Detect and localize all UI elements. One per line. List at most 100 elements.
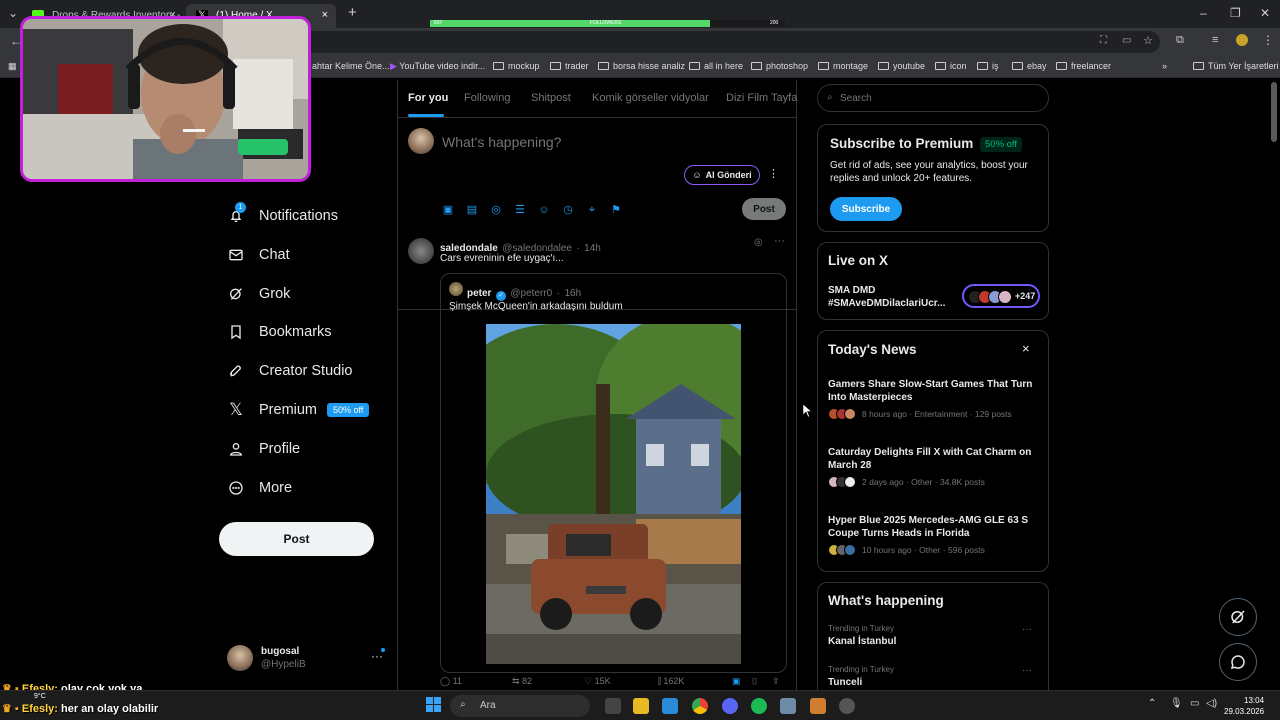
bookmark-item[interactable]: ▶ YouTube video indir... [390, 61, 485, 72]
schedule-icon[interactable]: ◷ [562, 204, 574, 216]
tweet-time[interactable]: 14h [584, 243, 601, 254]
spotify-icon[interactable] [751, 698, 767, 714]
tweet-photo[interactable] [486, 324, 741, 664]
news-item[interactable]: Gamers Share Slow-Start Games That Turn … [828, 378, 1040, 420]
menu-icon[interactable]: ⋮ [1262, 33, 1274, 47]
messages-floating-button[interactable] [1219, 643, 1257, 681]
nav-chat[interactable]: Chat [227, 240, 290, 270]
display-icon[interactable]: ▭ [1190, 698, 1199, 709]
repost-button[interactable]: ⇆ 82 [512, 676, 532, 687]
tweet[interactable]: saledondale @saledondalee · 14h ◎ ··· Ca… [398, 232, 796, 692]
nav-profile[interactable]: Profile [227, 434, 300, 464]
taskbar-search[interactable]: ⌕ Ara [450, 695, 590, 717]
live-listeners-pill[interactable]: +247 [962, 284, 1040, 308]
grok-icon[interactable]: ◎ [490, 204, 502, 216]
more-dots-icon[interactable]: ··· [774, 235, 785, 247]
profile-avatar-icon[interactable] [1236, 34, 1248, 46]
account-switcher[interactable]: bugosal @HypeliB ··· [227, 643, 387, 675]
bookmark-folder[interactable]: all in here [689, 61, 743, 71]
extensions-icon[interactable]: ⧉ [1176, 34, 1184, 47]
more-bookmarks-icon[interactable]: » [1162, 61, 1167, 71]
close-icon[interactable]: × [1022, 341, 1030, 356]
bookmark-folder[interactable]: trader [550, 61, 589, 71]
subscribe-button[interactable]: Subscribe [830, 197, 902, 221]
tab-following[interactable]: Following [464, 92, 510, 104]
bookmark-folder[interactable]: mockup [493, 61, 540, 71]
omnibox[interactable] [300, 31, 1160, 53]
post-button[interactable]: Post [219, 522, 374, 556]
tab-for-you[interactable]: For you [408, 92, 448, 104]
star-icon[interactable]: ☆ [1143, 34, 1153, 47]
file-explorer-icon[interactable] [633, 698, 649, 714]
bookmark-folder[interactable]: ebay [1012, 61, 1047, 71]
bookmark-icon[interactable]: ⌷ [752, 676, 757, 687]
nav-premium[interactable]: 𝕏 Premium 50% off [227, 395, 370, 425]
tray-overflow-icon[interactable]: ⌃ [1148, 698, 1156, 709]
gif-icon[interactable]: ▤ [466, 204, 478, 216]
nav-more[interactable]: More [227, 473, 292, 503]
live-topic[interactable]: #SMAveDMDilaclariUcr... [828, 298, 945, 309]
trend-item[interactable]: Trending in Turkey Tunceli ··· [828, 665, 1040, 688]
media-icon[interactable]: ≡ [1212, 34, 1218, 46]
quoted-tweet[interactable]: peter ✓ @peterr0 · 16h Şimşek McQueen'in… [440, 273, 787, 673]
live-host[interactable]: SMA DMD [828, 285, 875, 296]
media-icon[interactable]: ▣ [442, 204, 454, 216]
weather-temp[interactable]: 9°C [34, 693, 46, 700]
more-dots-icon[interactable]: ··· [1022, 665, 1032, 676]
tab-dizi-film[interactable]: Dizi Film Tayfa [726, 92, 797, 104]
nav-bookmarks[interactable]: Bookmarks [227, 317, 332, 347]
obs-icon[interactable] [839, 698, 855, 714]
new-tab-icon[interactable]: + [348, 4, 357, 21]
bookmark-folder[interactable]: iş [977, 61, 999, 71]
news-item[interactable]: Caturday Delights Fill X with Cat Charm … [828, 446, 1040, 488]
discord-icon[interactable] [722, 698, 738, 714]
close-tab-icon[interactable]: × [322, 9, 328, 21]
poll-icon[interactable]: ☰ [514, 204, 526, 216]
tab-komik[interactable]: Komik görseller vidyolar [592, 92, 709, 104]
steam-icon[interactable] [780, 698, 796, 714]
taskbar-clock[interactable]: 13:04 29.03.2026 [1224, 695, 1264, 717]
app-icon[interactable] [810, 698, 826, 714]
nav-grok[interactable]: Grok [227, 279, 290, 309]
bookmark-folder[interactable]: photoshop [751, 61, 808, 71]
reply-button[interactable]: ◯ 11 [440, 676, 462, 687]
grok-bookmark-icon[interactable]: ▣ [732, 676, 741, 687]
more-options-icon[interactable]: ⋮ [768, 167, 779, 180]
news-item[interactable]: Hyper Blue 2025 Mercedes-AMG GLE 63 S Co… [828, 514, 1040, 556]
nav-notifications[interactable]: 1 Notifications [227, 201, 338, 231]
volume-icon[interactable]: ◁) [1206, 698, 1217, 709]
flag-icon[interactable]: ⚑ [610, 204, 622, 216]
bookmark-folder[interactable]: borsa hisse analiz [598, 61, 685, 71]
tab-shitpost[interactable]: Shitpost [531, 92, 571, 104]
grok-icon[interactable]: ◎ [754, 237, 763, 248]
share-icon[interactable]: ⇪ [772, 676, 780, 687]
bookmark-folder[interactable]: youtube [878, 61, 925, 71]
nav-creator-studio[interactable]: Creator Studio [227, 356, 353, 386]
windows-start-icon[interactable] [426, 697, 441, 712]
cast-icon[interactable]: ▭ [1122, 35, 1131, 46]
all-bookmarks[interactable]: Tüm Yer İşaretleri [1193, 61, 1279, 71]
close-window-icon[interactable]: ✕ [1260, 6, 1270, 20]
page-scrollbar[interactable] [1271, 82, 1277, 142]
trend-item[interactable]: Trending in Turkey Kanal İstanbul ··· [828, 624, 1040, 647]
grok-floating-button[interactable] [1219, 598, 1257, 636]
emoji-icon[interactable]: ☺ [538, 204, 550, 216]
compose-post-button[interactable]: Post [742, 198, 786, 220]
tab-list-icon[interactable]: ⌄ [8, 6, 18, 20]
search-input[interactable]: ⌕ Search [817, 84, 1049, 112]
like-button[interactable]: ♡ 15K [584, 676, 611, 687]
more-dots-icon[interactable]: ··· [1022, 624, 1032, 635]
bookmark-folder[interactable]: montage [818, 61, 868, 71]
minimize-icon[interactable]: – [1200, 6, 1207, 20]
bookmark-folder[interactable]: freelancer [1056, 61, 1111, 71]
microphone-icon[interactable]: 🎙 [1170, 698, 1183, 709]
store-icon[interactable] [662, 698, 678, 714]
views-button[interactable]: ⫿ 162K [658, 676, 684, 687]
location-icon[interactable]: ⌖ [586, 204, 598, 216]
bookmark-item[interactable]: ahtar Kelime Öne... [312, 61, 390, 71]
apps-icon[interactable]: ▦ [8, 61, 17, 72]
chrome-icon[interactable] [692, 698, 708, 714]
ai-post-button[interactable]: ☺ AI Gönderi [684, 165, 760, 185]
task-view-icon[interactable] [605, 698, 621, 714]
bookmark-folder[interactable]: icon [935, 61, 967, 71]
